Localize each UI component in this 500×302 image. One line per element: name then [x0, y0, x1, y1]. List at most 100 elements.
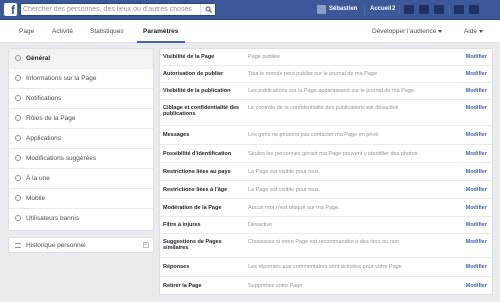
apps-icon	[15, 135, 21, 141]
settings-row-tagging-ability[interactable]: Possibilité d’identification Seules les …	[160, 145, 492, 163]
help-label: Aide	[464, 28, 478, 35]
edit-link[interactable]: Modifier	[466, 187, 487, 193]
sidebar-item-page-roles[interactable]: Rôles de la Page	[9, 109, 153, 129]
notifications-icon[interactable]	[434, 5, 444, 14]
settings-row-country-restrictions[interactable]: Restrictions liées au pays La Page est v…	[160, 163, 492, 181]
setting-label: Retirer la Page	[163, 283, 202, 289]
facebook-logo-icon[interactable]: f	[4, 3, 17, 16]
setting-value: Le contrôle de la confidentialité des pu…	[248, 105, 399, 111]
edit-link[interactable]: Modifier	[466, 239, 487, 245]
avatar[interactable]	[317, 5, 326, 14]
edit-link[interactable]: Modifier	[466, 151, 487, 157]
setting-label: Visibilité de la Page	[163, 54, 215, 60]
globe-icon	[15, 95, 21, 101]
search-icon	[205, 6, 212, 13]
settings-row-remove-page[interactable]: Retirer la Page Supprimez votre Page Mod…	[160, 277, 492, 294]
setting-label: Modération de la Page	[163, 205, 222, 211]
settings-row-post-targeting[interactable]: Ciblage et confidentialité des publicati…	[160, 100, 492, 126]
person-icon	[15, 115, 21, 121]
sidebar-item-label: Mobile	[26, 195, 46, 202]
sidebar-item-mobile[interactable]: Mobile	[9, 189, 153, 209]
sidebar-item-label: Historique personnel	[26, 242, 86, 249]
sidebar-item-banned-users[interactable]: Utilisateurs bannis	[9, 209, 153, 229]
privacy-shortcuts-icon[interactable]	[454, 5, 464, 14]
setting-value: La Page est visible pour tous.	[248, 169, 321, 175]
setting-value: Désactivé	[248, 222, 273, 228]
caret-down-icon	[438, 29, 443, 33]
setting-value: Aucun mot n’est bloqué sur ma Page.	[248, 205, 340, 211]
edit-link[interactable]: Modifier	[466, 54, 487, 60]
friend-requests-icon[interactable]	[404, 5, 414, 14]
grow-audience-label: Développer l’audience	[372, 28, 437, 35]
help-dropdown[interactable]: Aide	[464, 28, 484, 35]
edit-icon	[15, 155, 21, 161]
setting-value: Seules les personnes gérant ma Page peuv…	[248, 151, 419, 157]
page-nav-bar: Page Activité Statistiques Paramètres Dé…	[0, 20, 500, 43]
sidebar-item-activity-log[interactable]: Historique personnel +	[8, 237, 154, 253]
settings-row-page-visibility[interactable]: Visibilité de la Page Page publiée Modif…	[160, 49, 492, 66]
sidebar-item-label: Applications	[26, 135, 62, 142]
settings-row-post-visibility[interactable]: Visibilité de la publication Les publica…	[160, 83, 492, 100]
sidebar-item-page-info[interactable]: Informations sur la Page	[9, 69, 153, 89]
edit-link[interactable]: Modifier	[466, 105, 487, 111]
settings-panel: Visibilité de la Page Page publiée Modif…	[159, 48, 493, 295]
edit-link[interactable]: Modifier	[466, 222, 487, 228]
top-bar: f Sébastien Accueil 2	[0, 0, 500, 20]
setting-value: Les gens ne peuvent pas contacter ma Pag…	[248, 132, 380, 138]
messages-icon[interactable]	[419, 5, 429, 14]
home-count-badge: 2	[392, 6, 396, 12]
divider	[449, 5, 450, 15]
search-input[interactable]	[23, 4, 199, 15]
edit-link[interactable]: Modifier	[466, 205, 487, 211]
search-box[interactable]	[20, 3, 216, 16]
settings-row-page-moderation[interactable]: Modération de la Page Aucun mot n’est bl…	[160, 199, 492, 217]
settings-row-messages[interactable]: Messages Les gens ne peuvent pas contact…	[160, 126, 492, 145]
home-link[interactable]: Accueil	[370, 6, 391, 12]
setting-label: Messages	[163, 132, 190, 138]
sidebar-item-suggested-edits[interactable]: Modifications suggérées	[9, 149, 153, 169]
setting-label: Autorisation de publier	[163, 71, 224, 77]
setting-value: La Page est visible pour tous.	[248, 187, 321, 193]
settings-row-profanity-filter[interactable]: Filtre à injures Désactivé Modifier	[160, 217, 492, 234]
star-icon	[15, 175, 21, 181]
setting-label: Ciblage et confidentialité des publicati…	[163, 105, 240, 117]
tab-page[interactable]: Page	[19, 28, 34, 35]
caret-down-icon	[479, 29, 484, 33]
expand-icon[interactable]: +	[143, 242, 149, 248]
sidebar-item-label: Utilisateurs bannis	[26, 215, 80, 222]
sidebar-item-featured[interactable]: À la une	[9, 169, 153, 189]
search-button[interactable]	[200, 4, 215, 15]
sidebar-item-label: Informations sur la Page	[26, 75, 97, 82]
setting-value: Les publications sur la Page apparaissen…	[248, 88, 415, 94]
sidebar-item-general[interactable]: Général	[9, 49, 153, 69]
edit-link[interactable]: Modifier	[466, 283, 487, 289]
sidebar-item-notifications[interactable]: Notifications	[9, 89, 153, 109]
sidebar-item-label: Rôles de la Page	[26, 115, 76, 122]
tab-settings[interactable]: Paramètres	[143, 28, 178, 35]
setting-label: Possibilité d’identification	[163, 151, 232, 157]
account-menu-icon[interactable]	[469, 5, 479, 14]
active-tab-indicator	[137, 41, 185, 43]
edit-link[interactable]: Modifier	[466, 71, 487, 77]
tab-statistics[interactable]: Statistiques	[90, 28, 124, 35]
edit-link[interactable]: Modifier	[466, 132, 487, 138]
setting-label: Visibilité de la publication	[163, 88, 231, 94]
divider	[364, 5, 365, 15]
gear-icon	[15, 55, 21, 61]
settings-row-similar-page-suggestions[interactable]: Suggestions de Pages similaires Choisiss…	[160, 234, 492, 258]
edit-link[interactable]: Modifier	[466, 88, 487, 94]
grow-audience-dropdown[interactable]: Développer l’audience	[372, 28, 443, 35]
edit-link[interactable]: Modifier	[466, 264, 487, 270]
setting-label: Restrictions liées à l’âge	[163, 187, 228, 193]
profile-link[interactable]: Sébastien	[329, 6, 357, 12]
list-icon	[15, 243, 21, 248]
setting-value: Supprimez votre Page	[248, 283, 303, 289]
sidebar-item-applications[interactable]: Applications	[9, 129, 153, 149]
tab-activity[interactable]: Activité	[52, 28, 73, 35]
settings-row-replies[interactable]: Réponses Les réponses aux commentaires s…	[160, 258, 492, 277]
sidebar-item-label: Général	[26, 55, 51, 62]
edit-link[interactable]: Modifier	[466, 169, 487, 175]
settings-row-posting-ability[interactable]: Autorisation de publier Tout le monde pe…	[160, 66, 492, 83]
settings-row-age-restrictions[interactable]: Restrictions liées à l’âge La Page est v…	[160, 181, 492, 199]
setting-label: Réponses	[163, 264, 190, 270]
